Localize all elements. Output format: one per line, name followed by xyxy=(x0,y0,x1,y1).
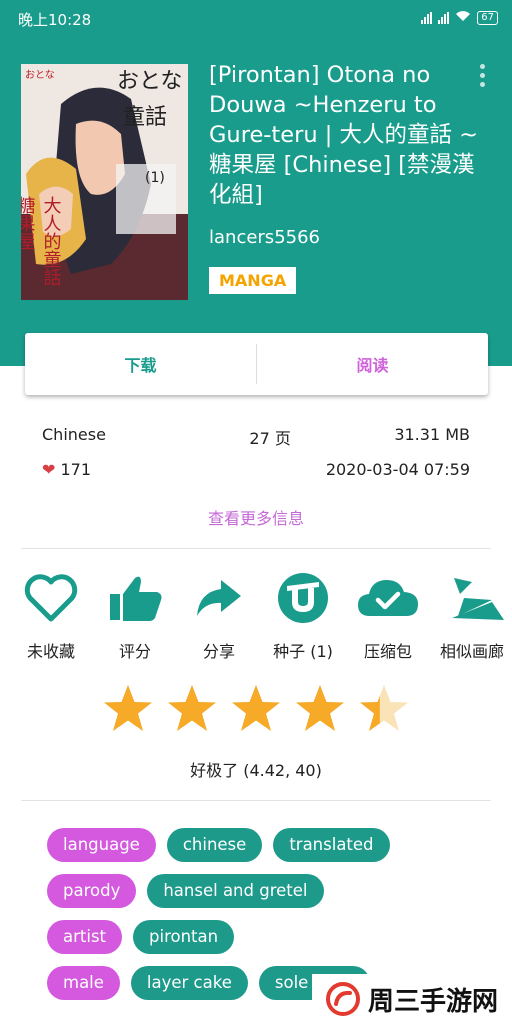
similar-gallery-icon xyxy=(452,578,504,620)
tag-group-artist: artist pirontan xyxy=(47,920,487,954)
action-card: 下载 阅读 xyxy=(25,333,488,395)
star-filled-icon[interactable] xyxy=(166,683,218,735)
signal-icon xyxy=(421,12,433,24)
cover-subtitle: 糖果屋 xyxy=(21,196,36,250)
status-bar: 晚上10:28 67 xyxy=(0,0,512,36)
cover-image[interactable]: おとな おとな 童話 (1) 糖果屋 大人的童話 xyxy=(21,64,188,300)
size-text: 31.31 MB xyxy=(394,425,470,444)
cover-logo-text-2: 童話 xyxy=(123,105,167,130)
feature-label: 相似画廊 xyxy=(440,642,505,661)
gallery-title: [Pirontan] Otona no Douwa ~Henzeru to Gu… xyxy=(209,62,478,208)
feature-label: 种子 (1) xyxy=(273,642,333,661)
favorites-count: ❤ 171 xyxy=(42,460,91,479)
similar-galleries-button[interactable]: 相似画廊 xyxy=(432,572,512,662)
cover-subtitle-2: 大人的童話 xyxy=(41,196,62,286)
feature-label: 未收藏 xyxy=(26,642,75,661)
signal-icon xyxy=(438,12,450,24)
tag-namespace[interactable]: parody xyxy=(47,874,137,908)
tag-chip[interactable]: pirontan xyxy=(133,920,235,954)
status-time: 晚上10:28 xyxy=(18,11,92,29)
download-button[interactable]: 下载 xyxy=(25,352,256,376)
rating-text: 好极了 (4.42, 40) xyxy=(190,761,322,780)
divider xyxy=(21,548,491,549)
tag-namespace[interactable]: male xyxy=(47,966,120,1000)
cover-logo-text: おとな xyxy=(117,69,182,94)
info-row-2: ❤ 171 2020-03-04 07:59 xyxy=(42,460,470,479)
pages-text: 27 页 xyxy=(249,429,291,448)
torrent-button[interactable]: 种子 (1) xyxy=(260,572,346,662)
tag-chip[interactable]: hansel and gretel xyxy=(147,874,324,908)
share-button[interactable]: 分享 xyxy=(176,572,262,662)
star-filled-icon[interactable] xyxy=(230,683,282,735)
status-icons: 67 xyxy=(421,10,498,26)
tag-chip[interactable]: chinese xyxy=(166,828,263,862)
tag-chip[interactable]: layer cake xyxy=(130,966,248,1000)
star-filled-icon[interactable] xyxy=(102,683,154,735)
watermark-logo-icon xyxy=(326,982,360,1016)
category-badge[interactable]: MANGA xyxy=(209,267,297,294)
share-arrow-icon xyxy=(197,580,241,616)
tag-namespace[interactable]: artist xyxy=(47,920,123,954)
torrent-icon xyxy=(278,573,328,623)
heart-outline-icon xyxy=(24,574,78,622)
cover-title-text: おとな xyxy=(25,69,55,81)
gallery-header: おとな おとな 童話 (1) 糖果屋 大人的童話 [Pirontan] Oton… xyxy=(0,36,512,366)
uploader-link[interactable]: lancers5566 xyxy=(209,227,320,248)
feature-label: 压缩包 xyxy=(363,642,412,661)
watermark-text: 周三手游网 xyxy=(368,986,499,1017)
more-info-link[interactable]: 查看更多信息 xyxy=(0,505,512,529)
rate-button[interactable]: 评分 xyxy=(92,572,178,662)
feature-label: 评分 xyxy=(118,642,151,661)
star-half-icon[interactable] xyxy=(358,683,410,735)
cover-volume: (1) xyxy=(145,170,165,186)
posted-date: 2020-03-04 07:59 xyxy=(325,460,470,479)
favorites-value: 171 xyxy=(60,460,92,479)
battery-icon: 67 xyxy=(477,11,498,25)
tag-group-parody: parody hansel and gretel xyxy=(47,874,487,908)
favorite-button[interactable]: 未收藏 xyxy=(8,572,94,662)
read-button[interactable]: 阅读 xyxy=(257,352,488,376)
overflow-menu-icon[interactable] xyxy=(480,64,486,87)
rating-stars[interactable] xyxy=(102,683,410,735)
star-filled-icon[interactable] xyxy=(294,683,346,735)
watermark: 周三手游网 xyxy=(312,974,512,1024)
wifi-icon xyxy=(455,10,471,26)
archive-button[interactable]: 压缩包 xyxy=(345,572,431,662)
heart-icon: ❤ xyxy=(42,460,56,479)
info-row-1: Chinese 27 页 31.31 MB xyxy=(42,425,470,449)
feature-label: 分享 xyxy=(202,642,235,661)
tag-chip[interactable]: translated xyxy=(273,828,390,862)
tag-group-language: language chinese translated xyxy=(47,828,487,862)
thumbs-up-icon xyxy=(110,576,162,621)
language-text: Chinese xyxy=(42,425,106,444)
tag-namespace[interactable]: language xyxy=(47,828,156,862)
cloud-check-icon xyxy=(358,580,418,616)
divider xyxy=(21,800,491,801)
